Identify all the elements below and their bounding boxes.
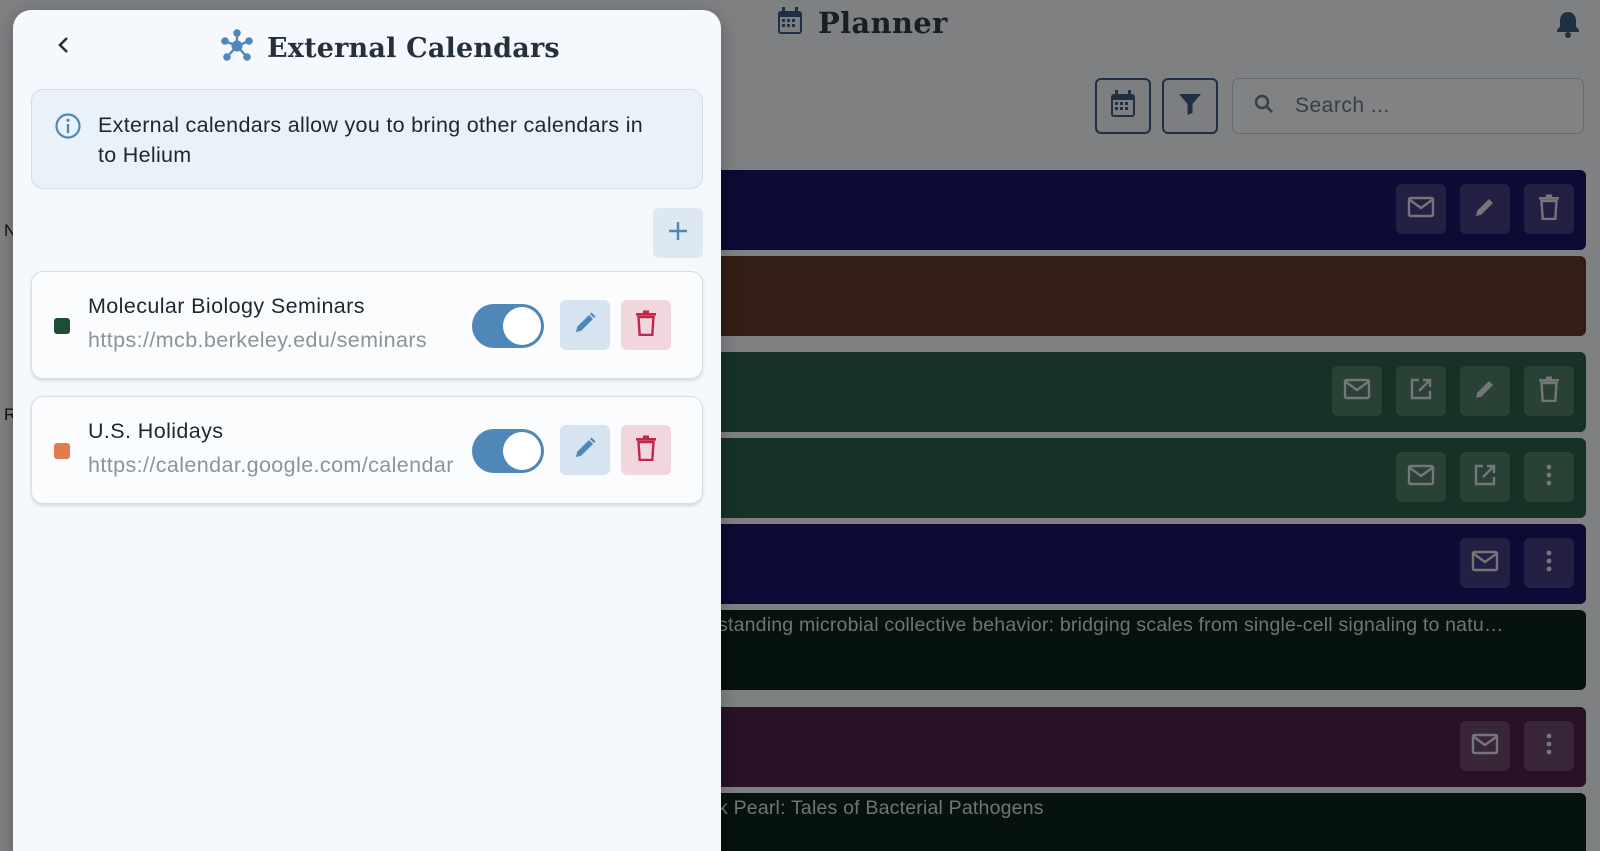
calendar-url: https://calendar.google.com/calendar (88, 453, 454, 477)
external-calendars-panel: External Calendars External calendars al… (13, 10, 721, 851)
info-icon (54, 112, 82, 144)
trash-icon (635, 435, 657, 465)
panel-title: External Calendars (267, 32, 560, 64)
delete-calendar-button[interactable] (621, 425, 671, 475)
calendar-card: Molecular Biology Seminars https://mcb.b… (31, 271, 703, 379)
info-text: External calendars allow you to bring ot… (98, 113, 644, 167)
pencil-icon (573, 436, 597, 464)
calendar-card: U.S. Holidays https://calendar.google.co… (31, 396, 703, 504)
calendar-name: Molecular Biology Seminars (88, 294, 365, 318)
calendar-color-swatch[interactable] (54, 318, 70, 334)
calendar-url: https://mcb.berkeley.edu/seminars (88, 328, 428, 352)
delete-calendar-button[interactable] (621, 300, 671, 350)
calendar-enabled-toggle[interactable] (472, 429, 544, 473)
panel-title-group: External Calendars (219, 28, 560, 68)
calendar-enabled-toggle[interactable] (472, 304, 544, 348)
trash-icon (635, 310, 657, 340)
toggle-knob (503, 307, 541, 345)
edit-calendar-button[interactable] (560, 425, 610, 475)
calendar-color-swatch[interactable] (54, 443, 70, 459)
chevron-left-icon (56, 35, 72, 59)
network-icon (219, 28, 255, 68)
plus-icon (667, 220, 689, 246)
add-calendar-button[interactable] (653, 208, 703, 258)
toggle-knob (503, 432, 541, 470)
calendar-name: U.S. Holidays (88, 419, 224, 443)
panel-header: External Calendars (13, 10, 721, 82)
edit-calendar-button[interactable] (560, 300, 610, 350)
pencil-icon (573, 311, 597, 339)
info-banner: External calendars allow you to bring ot… (31, 89, 703, 189)
back-button[interactable] (49, 32, 79, 62)
